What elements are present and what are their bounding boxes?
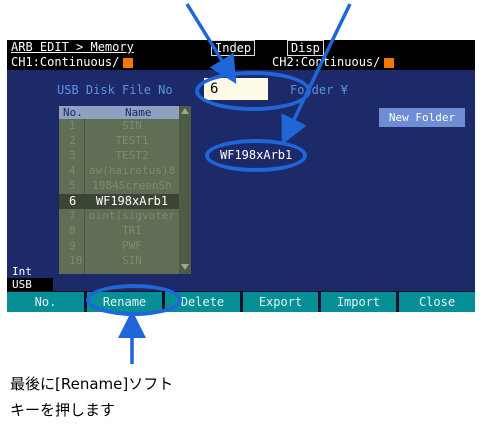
highlight-file-no-ellipse [195,71,311,111]
highlight-file-name-ellipse [205,139,307,172]
caption-line-1: 最後に[Rename]ソフト [10,375,174,393]
highlight-rename-ellipse [86,284,182,316]
annotation-arrows [118,3,352,364]
caption-line-2: キーを押します [10,401,116,419]
arrow-to-file-no-icon [185,3,237,84]
arrow-to-file-name-icon [281,3,352,145]
